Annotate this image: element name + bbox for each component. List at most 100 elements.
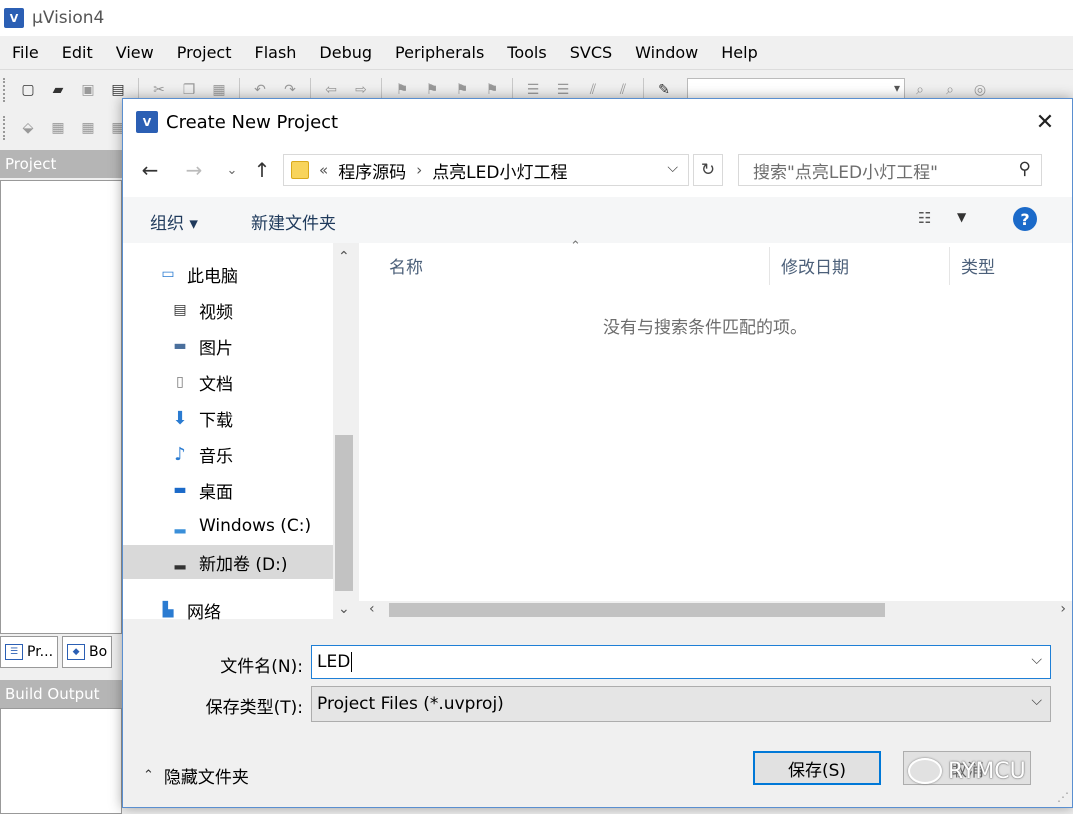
nav-item-downloads[interactable]: ⬇ 下载 — [169, 401, 233, 435]
nav-item-label: Windows (C:) — [199, 516, 312, 536]
search-box[interactable]: 搜索"点亮LED小灯工程" ⚲ — [738, 154, 1042, 186]
menu-peripherals[interactable]: Peripherals — [383, 43, 495, 62]
menu-file[interactable]: File — [0, 43, 50, 62]
drive-icon: ▂ — [174, 554, 186, 570]
resize-grip-icon[interactable]: ⋰ — [1057, 790, 1069, 804]
tab-project[interactable]: ☰ Pr... — [0, 636, 59, 668]
nav-item-drive-d[interactable]: ▂ 新加卷 (D:) — [123, 545, 333, 579]
nav-item-network[interactable]: ▙ 网络 — [157, 593, 221, 627]
translate-icon[interactable]: ⬙ — [17, 117, 39, 139]
column-header-date[interactable]: 修改日期 — [781, 243, 849, 287]
command-bar: 组织 ▾ 新建文件夹 ☷ ▼ ? — [123, 197, 1072, 243]
menu-help[interactable]: Help — [709, 43, 768, 62]
chevron-down-icon[interactable]: ⌄ — [338, 601, 350, 617]
watermark: RYMCU — [908, 758, 1026, 784]
menu-tools[interactable]: Tools — [495, 43, 557, 62]
breadcrumb-item[interactable]: 程序源码 — [338, 158, 406, 183]
chevron-down-icon[interactable]: ⌵ — [1031, 693, 1042, 709]
nav-item-this-pc[interactable]: ▭ 此电脑 — [157, 257, 238, 291]
build-icon[interactable]: ▦ — [47, 117, 69, 139]
horizontal-scrollbar[interactable]: ‹ › — [359, 601, 1072, 619]
tab-books[interactable]: ◆ Bo — [62, 636, 113, 668]
hide-folders-toggle[interactable]: ⌃ 隐藏文件夹 — [143, 763, 249, 788]
dialog-logo-icon: V — [136, 111, 158, 133]
menu-view[interactable]: View — [104, 43, 165, 62]
refresh-icon[interactable]: ↻ — [693, 154, 723, 186]
hide-folders-label: 隐藏文件夹 — [163, 768, 249, 788]
nav-item-label: 此电脑 — [187, 266, 238, 287]
nav-item-drive-c[interactable]: ▂ Windows (C:) — [169, 509, 312, 543]
recent-locations-icon[interactable]: ⌄ — [219, 157, 245, 183]
sort-caret-icon: ⌃ — [570, 239, 581, 254]
menu-project[interactable]: Project — [165, 43, 243, 62]
column-header-type[interactable]: 类型 — [961, 243, 995, 287]
toolbar-grip — [3, 116, 7, 140]
back-arrow-icon[interactable]: ← — [137, 157, 163, 183]
nav-item-label: 桌面 — [199, 482, 233, 503]
menu-svcs[interactable]: SVCS — [558, 43, 623, 62]
menu-edit[interactable]: Edit — [50, 43, 104, 62]
new-file-icon[interactable]: ▢ — [17, 79, 39, 101]
pictures-icon: ▬ — [173, 338, 187, 354]
filetype-select[interactable]: Project Files (*.uvproj) ⌵ — [311, 686, 1051, 722]
save-button[interactable]: 保存(S) — [753, 751, 881, 785]
chevron-left-icon[interactable]: ‹ — [369, 601, 375, 617]
app-titlebar: V µVision4 — [0, 0, 1073, 36]
tab-project-label: Pr... — [27, 644, 54, 660]
column-divider[interactable] — [949, 247, 950, 285]
nav-pane-scrollbar[interactable]: ⌃ ⌄ — [333, 243, 355, 619]
nav-item-pictures[interactable]: ▬ 图片 — [169, 329, 233, 363]
scroll-thumb[interactable] — [389, 603, 885, 617]
column-header-name[interactable]: 名称 — [389, 243, 423, 287]
filetype-label: 保存类型(T): — [205, 698, 303, 718]
chevron-up-icon[interactable]: ⌃ — [338, 249, 350, 265]
search-icon[interactable]: ⚲ — [1019, 159, 1031, 179]
new-folder-button[interactable]: 新建文件夹 — [251, 209, 336, 234]
close-icon[interactable]: ✕ — [1030, 108, 1060, 136]
nav-item-videos[interactable]: ▤ 视频 — [169, 293, 233, 327]
chevron-up-icon: ⌃ — [143, 768, 154, 783]
drive-icon: ▂ — [174, 518, 186, 534]
app-title: µVision4 — [32, 8, 105, 28]
save-icon[interactable]: ▣ — [77, 79, 99, 101]
watermark-text: RYMCU — [948, 758, 1026, 784]
menu-flash[interactable]: Flash — [242, 43, 307, 62]
organize-menu[interactable]: 组织 ▾ — [150, 209, 198, 234]
open-folder-icon[interactable]: ▰ — [47, 79, 69, 101]
menu-debug[interactable]: Debug — [307, 43, 383, 62]
nav-item-label: 图片 — [199, 338, 233, 359]
nav-item-music[interactable]: ♪ 音乐 — [169, 437, 233, 471]
forward-arrow-icon[interactable]: → — [181, 157, 207, 183]
view-options-icon[interactable]: ☷ — [918, 209, 931, 227]
nav-item-documents[interactable]: ▯ 文档 — [169, 365, 233, 399]
filename-input[interactable]: LED ⌵ — [311, 645, 1051, 679]
rebuild-icon[interactable]: ▦ — [77, 117, 99, 139]
chevron-right-icon[interactable]: › — [1060, 601, 1066, 617]
chevron-down-icon[interactable]: ⌵ — [667, 160, 678, 176]
breadcrumb-overflow[interactable]: « — [319, 161, 328, 179]
menu-window[interactable]: Window — [623, 43, 709, 62]
build-output-body[interactable] — [0, 708, 122, 814]
project-panel-body[interactable] — [0, 180, 122, 634]
filename-label: 文件名(N): — [220, 657, 303, 677]
create-project-dialog: V Create New Project ✕ ← → ⌄ ↑ « 程序源码 › … — [122, 98, 1073, 808]
view-dropdown-icon[interactable]: ▼ — [957, 210, 966, 224]
scroll-thumb[interactable] — [335, 435, 353, 591]
help-icon[interactable]: ? — [1013, 207, 1037, 231]
nav-item-label: 下载 — [199, 410, 233, 431]
column-divider[interactable] — [769, 247, 770, 285]
up-arrow-icon[interactable]: ↑ — [249, 157, 275, 183]
filename-value: LED — [317, 652, 351, 672]
nav-item-label: 新加卷 (D:) — [199, 554, 288, 575]
chevron-down-icon[interactable]: ⌵ — [1031, 652, 1042, 668]
address-row: ← → ⌄ ↑ « 程序源码 › 点亮LED小灯工程 ⌵ ↻ 搜索"点亮LED小… — [123, 145, 1072, 197]
app-logo-icon: V — [4, 8, 24, 28]
breadcrumb-separator-icon: › — [416, 161, 423, 179]
computer-icon: ▭ — [161, 266, 175, 282]
address-bar[interactable]: « 程序源码 › 点亮LED小灯工程 ⌵ — [283, 154, 689, 186]
video-icon: ▤ — [173, 302, 187, 318]
breadcrumb-item[interactable]: 点亮LED小灯工程 — [432, 158, 567, 183]
dialog-title: Create New Project — [166, 111, 339, 133]
tab-books-label: Bo — [89, 644, 108, 660]
nav-item-desktop[interactable]: ▬ 桌面 — [169, 473, 233, 507]
